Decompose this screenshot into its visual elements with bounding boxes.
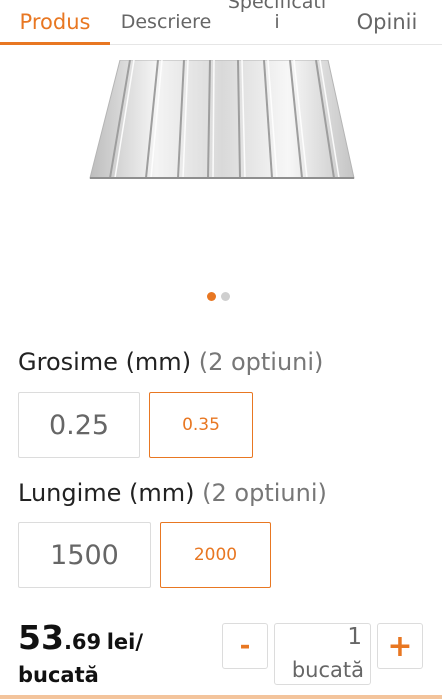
tab-descriere[interactable]: Descriere — [110, 0, 222, 44]
tab-opinii[interactable]: Opinii — [332, 0, 442, 44]
gallery-dot-active[interactable] — [207, 292, 216, 301]
thickness-option[interactable]: 0.25 — [18, 392, 140, 458]
tab-produs[interactable]: Produs — [0, 0, 110, 45]
length-count: (2 optiuni) — [202, 479, 327, 507]
bottom-bar — [0, 695, 442, 699]
quantity-decrease-button[interactable]: - — [222, 623, 268, 669]
length-option[interactable]: 1500 — [18, 522, 151, 588]
thickness-title: Grosime (mm) (2 optiuni) — [18, 348, 324, 376]
length-title: Lungime (mm) (2 optiuni) — [18, 479, 327, 507]
gallery-pagination — [207, 292, 230, 301]
product-image[interactable] — [88, 60, 358, 184]
length-option-selected[interactable]: 2000 — [160, 522, 271, 588]
gallery-dot[interactable] — [221, 292, 230, 301]
price-integer: 53 — [18, 618, 64, 657]
price-unit: bucată — [18, 663, 99, 687]
price-decimal: .69 — [63, 630, 102, 654]
quantity-value: 1 — [347, 624, 362, 650]
thickness-option-selected[interactable]: 0.35 — [149, 392, 253, 458]
quantity-input[interactable]: 1 bucată — [274, 623, 371, 685]
quantity-increase-button[interactable]: + — [377, 623, 423, 669]
product-tabs: Produs Descriere Specificati i Opinii — [0, 0, 442, 45]
price: 53.69 lei/ — [18, 618, 143, 657]
quantity-unit: bucată — [291, 658, 364, 682]
tab-specificatii[interactable]: Specificati i — [222, 0, 332, 44]
thickness-count: (2 optiuni) — [198, 348, 324, 376]
price-currency: lei/ — [106, 630, 144, 654]
